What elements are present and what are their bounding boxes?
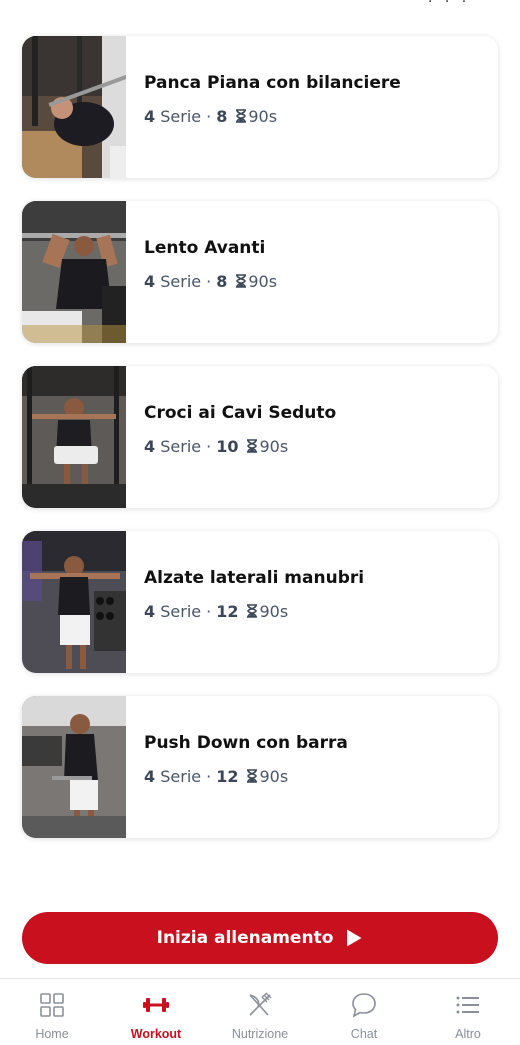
exercise-list: Panca Piana con bilanciere 4 Serie · 8 90s [22,36,498,861]
tab-label: Workout [130,1027,182,1041]
fork-knife-icon [249,992,272,1016]
exercise-card[interactable]: Lento Avanti 4 Serie · 8 90s [22,201,498,343]
exercise-name: Panca Piana con bilanciere [144,72,401,93]
sets-count: 4 [144,601,156,621]
reps-count: 10 [216,436,239,456]
rest-time: 90s [259,766,289,786]
reps-count: 8 [216,271,228,291]
sets-count: 4 [144,106,156,126]
grid-icon [40,993,64,1017]
tab-home[interactable]: Home [0,979,104,1045]
hourglass-icon [247,439,258,453]
exercise-name: Push Down con barra [144,732,348,753]
dumbbell-icon [143,998,169,1012]
tab-nutrizione[interactable]: Nutrizione [208,979,312,1045]
reps-count: 8 [216,106,228,126]
bottom-tab-bar: Home Workout Nutrizione Chat Altro [0,978,520,1045]
sets-label: Serie [160,436,202,456]
exercise-name: Alzate laterali manubri [144,567,365,588]
sets-count: 4 [144,436,156,456]
list-icon [456,996,479,1014]
exercise-meta: 4 Serie · 12 90s [144,601,289,621]
hourglass-icon [236,109,247,123]
chat-bubble-icon [352,993,376,1018]
exercise-meta: 4 Serie · 8 90s [144,106,278,126]
exercise-thumbnail [22,696,126,838]
rest-time: 90s [248,106,278,126]
rest-time: 90s [259,436,289,456]
tab-label: Home [35,1027,69,1041]
exercise-thumbnail [22,531,126,673]
start-workout-label: Inizia allenamento [156,928,334,948]
exercise-meta: 4 Serie · 12 90s [144,766,289,786]
sets-count: 4 [144,766,156,786]
exercise-thumbnail [22,36,126,178]
exercise-meta: 4 Serie · 8 90s [144,271,278,291]
exercise-meta: 4 Serie · 10 90s [144,436,289,456]
exercise-name: Croci ai Cavi Seduto [144,402,337,423]
exercise-card[interactable]: Alzate laterali manubri 4 Serie · 12 90s [22,531,498,673]
reps-count: 12 [216,766,239,786]
hourglass-icon [247,769,258,783]
exercise-card[interactable]: Croci ai Cavi Seduto 4 Serie · 10 90s [22,366,498,508]
exercise-card[interactable]: Push Down con barra 4 Serie · 12 90s [22,696,498,838]
cut-off-header-icons: · · · [428,0,471,10]
hourglass-icon [236,274,247,288]
sets-label: Serie [160,106,202,126]
sets-label: Serie [160,271,202,291]
reps-count: 12 [216,601,239,621]
tab-chat[interactable]: Chat [312,979,416,1045]
rest-time: 90s [248,271,278,291]
play-icon [347,929,362,947]
tab-workout[interactable]: Workout [104,979,208,1045]
sets-count: 4 [144,271,156,291]
exercise-thumbnail [22,366,126,508]
tab-label: Altro [455,1027,481,1041]
start-workout-button[interactable]: Inizia allenamento [22,912,498,964]
rest-time: 90s [259,601,289,621]
sets-label: Serie [160,766,202,786]
tab-altro[interactable]: Altro [416,979,520,1045]
tab-label: Nutrizione [231,1027,289,1041]
exercise-card[interactable]: Panca Piana con bilanciere 4 Serie · 8 90s [22,36,498,178]
hourglass-icon [247,604,258,618]
exercise-name: Lento Avanti [144,237,266,258]
exercise-thumbnail [22,201,126,343]
sets-label: Serie [160,601,202,621]
tab-label: Chat [350,1027,378,1041]
